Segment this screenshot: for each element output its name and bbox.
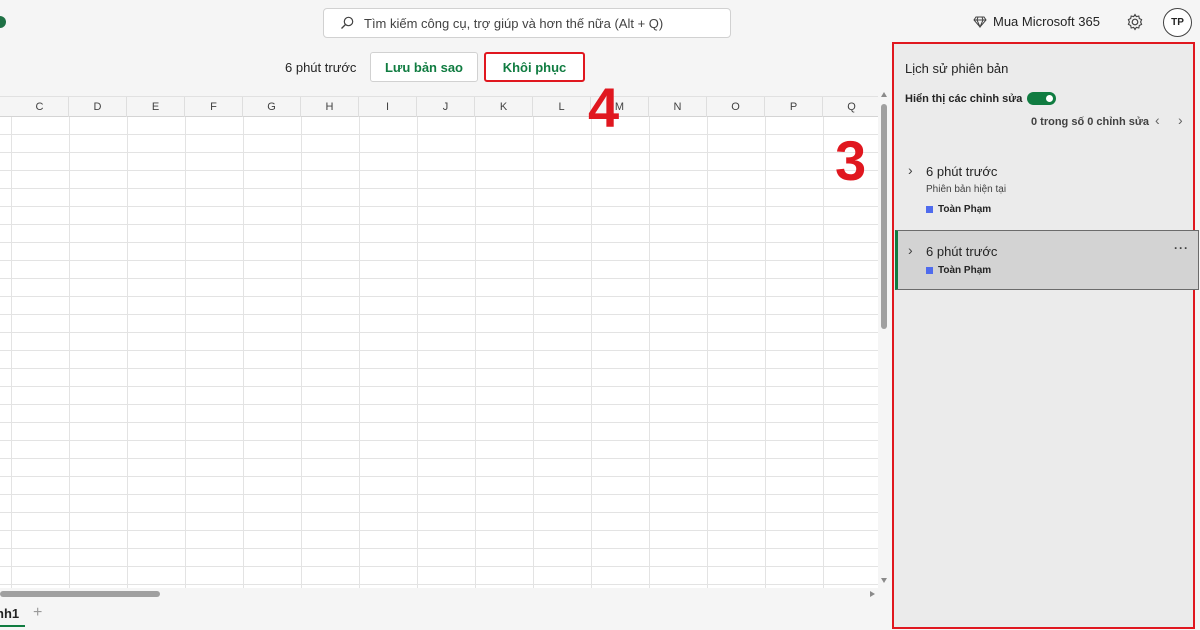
chevron-left-icon[interactable]: ‹	[1155, 112, 1160, 128]
vertical-scrollbar[interactable]	[879, 90, 889, 588]
scroll-up-icon[interactable]	[881, 92, 887, 97]
version-time-label: 6 phút trước	[285, 60, 357, 75]
top-bar: Tìm kiếm công cụ, trợ giúp và hơn thế nữ…	[0, 0, 1200, 44]
chevron-right-icon[interactable]: ›	[908, 242, 913, 258]
avatar[interactable]: TP	[1163, 8, 1192, 37]
vertical-scroll-thumb[interactable]	[881, 104, 887, 329]
author-color-icon	[926, 206, 933, 213]
more-options-icon[interactable]: ···	[1174, 241, 1189, 255]
show-changes-row: Hiển thị các chỉnh sửa	[905, 92, 1057, 105]
restore-bar: 6 phút trước Lưu bản sao Khôi phục	[0, 44, 888, 90]
author-color-icon	[926, 267, 933, 274]
gear-icon[interactable]	[1126, 13, 1144, 31]
save-copy-button[interactable]: Lưu bản sao	[370, 52, 478, 82]
show-changes-label: Hiển thị các chỉnh sửa	[905, 92, 1023, 105]
scroll-down-icon[interactable]	[881, 578, 887, 583]
app-logo-icon[interactable]	[0, 16, 6, 28]
step-3-annotation: 3	[835, 129, 867, 192]
column-header[interactable]: N	[649, 97, 707, 117]
panel-title: Lịch sử phiên bản	[905, 61, 1009, 76]
chevron-right-icon[interactable]: ›	[908, 162, 913, 178]
version-time: 6 phút trước	[926, 244, 998, 259]
chevron-right-icon[interactable]: ›	[1178, 112, 1183, 128]
cell-area[interactable]	[0, 117, 878, 588]
changes-count: 0 trong số 0 chỉnh sửa	[1031, 116, 1149, 128]
restore-button[interactable]: Khôi phục	[484, 52, 585, 82]
step-4-annotation: 4	[588, 76, 620, 139]
horizontal-scrollbar[interactable]	[0, 589, 880, 599]
author-name: Toàn Phạm	[938, 204, 992, 215]
horizontal-scroll-thumb[interactable]	[0, 591, 160, 597]
column-header[interactable]: J	[417, 97, 475, 117]
show-changes-toggle[interactable]	[1027, 92, 1057, 105]
version-author: Toàn Phạm	[926, 265, 991, 276]
version-author: Toàn Phạm	[926, 204, 991, 215]
search-box[interactable]: Tìm kiếm công cụ, trợ giúp và hơn thế nữ…	[323, 8, 731, 38]
sheet-tab[interactable]: nh1	[0, 604, 26, 627]
column-header[interactable]: P	[765, 97, 823, 117]
search-icon	[341, 16, 354, 29]
version-history-panel: Lịch sử phiên bản Hiển thị các chỉnh sửa…	[892, 42, 1199, 629]
column-headers: CDEFGHIJKLMNOPQ	[0, 97, 878, 117]
search-placeholder: Tìm kiếm công cụ, trợ giúp và hơn thế nữ…	[364, 15, 664, 31]
column-header[interactable]: C	[11, 97, 69, 117]
column-header[interactable]: G	[243, 97, 301, 117]
column-header[interactable]: E	[127, 97, 185, 117]
scroll-right-icon[interactable]	[870, 591, 875, 597]
column-header[interactable]: F	[185, 97, 243, 117]
add-sheet-button[interactable]: +	[33, 604, 42, 622]
version-entry-selected[interactable]: › 6 phút trước Toàn Phạm ···	[895, 230, 1199, 290]
sheet-tabs-bar: nh1 +	[0, 600, 888, 630]
column-header[interactable]: H	[301, 97, 359, 117]
spreadsheet-grid[interactable]: CDEFGHIJKLMNOPQ	[0, 96, 878, 588]
version-subtitle: Phiên bản hiện tại	[926, 184, 1007, 195]
column-header[interactable]: L	[533, 97, 591, 117]
buy-label: Mua Microsoft 365	[993, 14, 1100, 29]
column-header[interactable]: D	[69, 97, 127, 117]
author-name: Toàn Phạm	[938, 265, 992, 276]
buy-microsoft-365-button[interactable]: Mua Microsoft 365	[973, 14, 1100, 29]
diamond-icon	[973, 16, 987, 28]
column-header[interactable]: K	[475, 97, 533, 117]
column-header[interactable]: Q	[823, 97, 878, 117]
column-header[interactable]: O	[707, 97, 765, 117]
column-header[interactable]: I	[359, 97, 417, 117]
version-time: 6 phút trước	[926, 164, 998, 179]
version-entry[interactable]: › 6 phút trước Phiên bản hiện tại Toàn P…	[894, 156, 1197, 226]
